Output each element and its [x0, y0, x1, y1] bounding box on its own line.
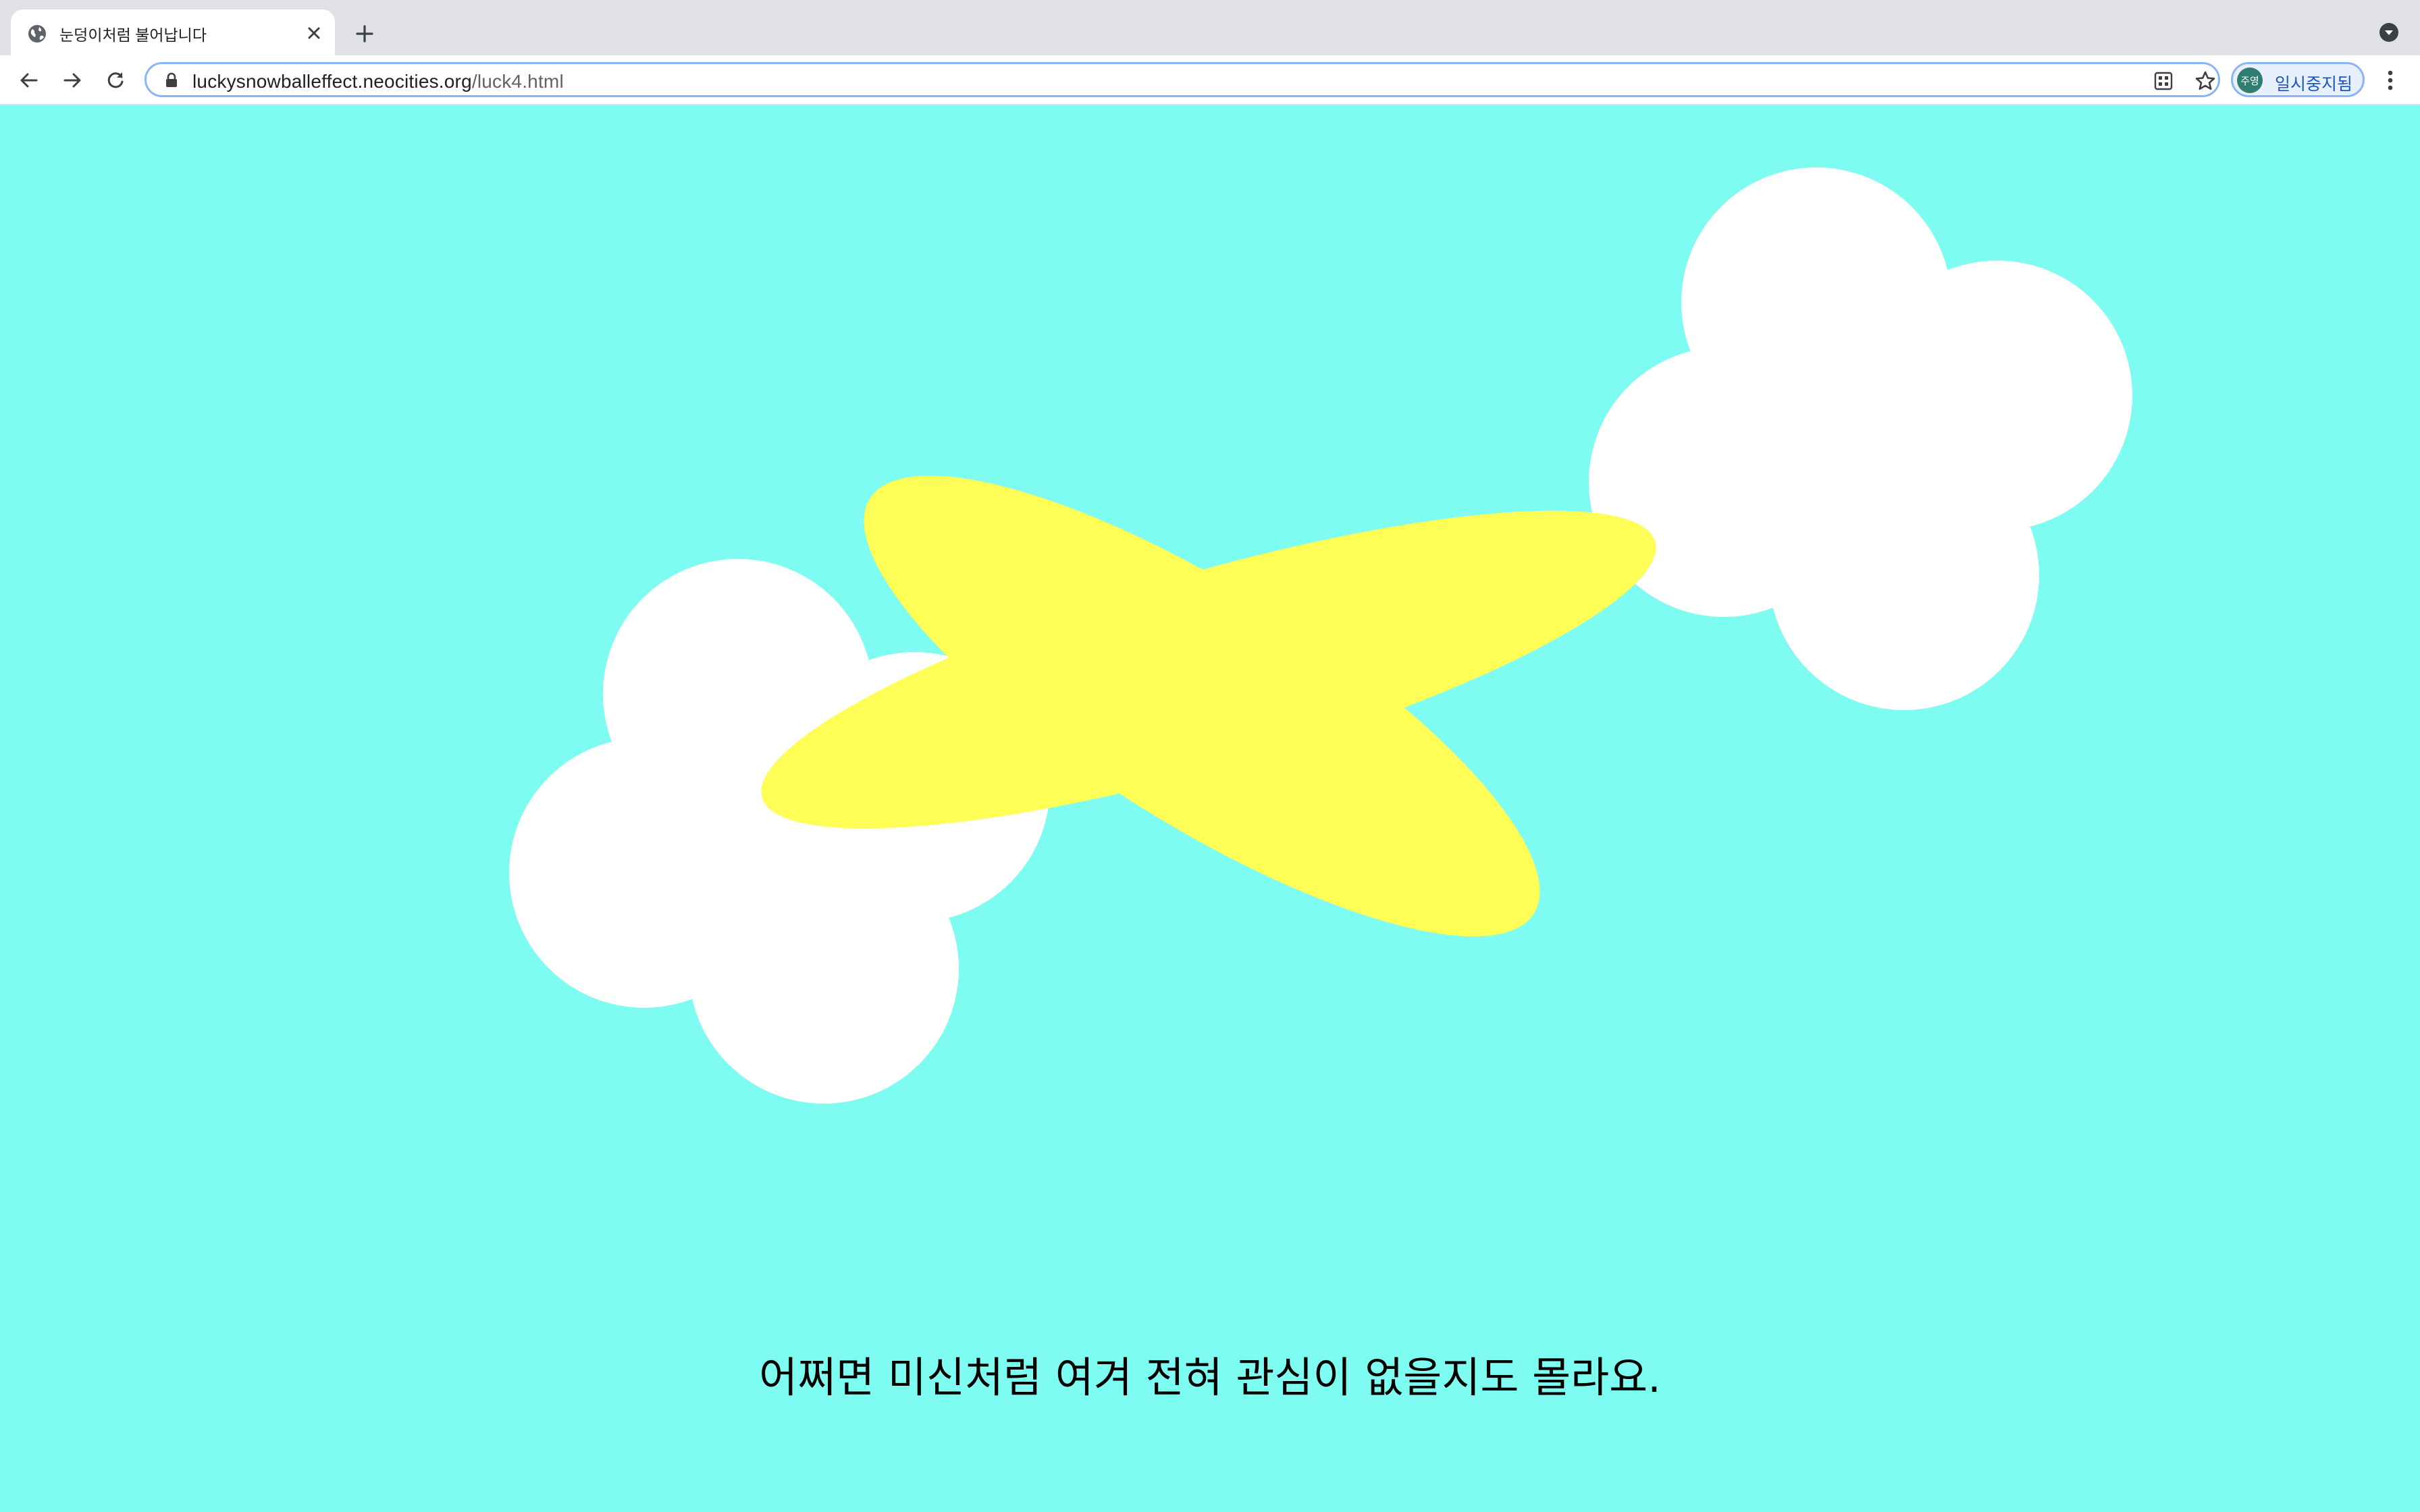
qr-code-icon[interactable] [2151, 68, 2176, 94]
cloud-right [1589, 167, 2132, 710]
url-host: luckysnowballeffect.neocities.org [192, 71, 472, 92]
forward-button[interactable] [58, 66, 86, 94]
tab-title: 눈덩이처럼 불어납니다 [59, 26, 207, 44]
profile-status-label: 일시중지됨 [2275, 75, 2353, 94]
url-path: /luck4.html [471, 71, 564, 92]
profile-button[interactable]: 주영 일시중지됨 [2231, 62, 2365, 97]
browser-menu-button[interactable] [2377, 66, 2404, 94]
arrow-left-icon [20, 73, 38, 88]
illustration [509, 167, 2132, 1104]
browser-tab[interactable]: 눈덩이처럼 불어납니다 [11, 9, 335, 55]
close-icon[interactable] [304, 23, 324, 43]
new-tab-button[interactable] [351, 20, 378, 47]
reload-icon [107, 72, 124, 88]
caption-text: 어쩌면 미신처럼 여겨 전혀 관심이 없을지도 몰라요. [759, 1353, 1661, 1402]
url-text[interactable]: luckysnowballeffect.neocities.org/luck4.… [192, 71, 564, 92]
address-bar[interactable]: luckysnowballeffect.neocities.org/luck4.… [144, 62, 2220, 97]
page-content: 어쩌면 미신처럼 여겨 전혀 관심이 없을지도 몰라요. [0, 105, 2420, 1512]
back-button[interactable] [15, 66, 43, 94]
tab-search-button[interactable] [2377, 20, 2401, 45]
star-icon[interactable] [2192, 68, 2218, 94]
globe-icon [27, 24, 47, 44]
avatar: 주영 [2237, 68, 2263, 93]
reload-button[interactable] [101, 66, 130, 94]
arrow-right-icon [63, 73, 81, 88]
tab-strip: 눈덩이처럼 불어납니다 [0, 0, 2420, 55]
plus-icon [356, 25, 373, 43]
chevron-down-circle-icon [2379, 23, 2398, 42]
kebab-menu-icon [2388, 70, 2393, 90]
lock-icon[interactable] [164, 72, 179, 88]
browser-toolbar: luckysnowballeffect.neocities.org/luck4.… [0, 55, 2420, 105]
